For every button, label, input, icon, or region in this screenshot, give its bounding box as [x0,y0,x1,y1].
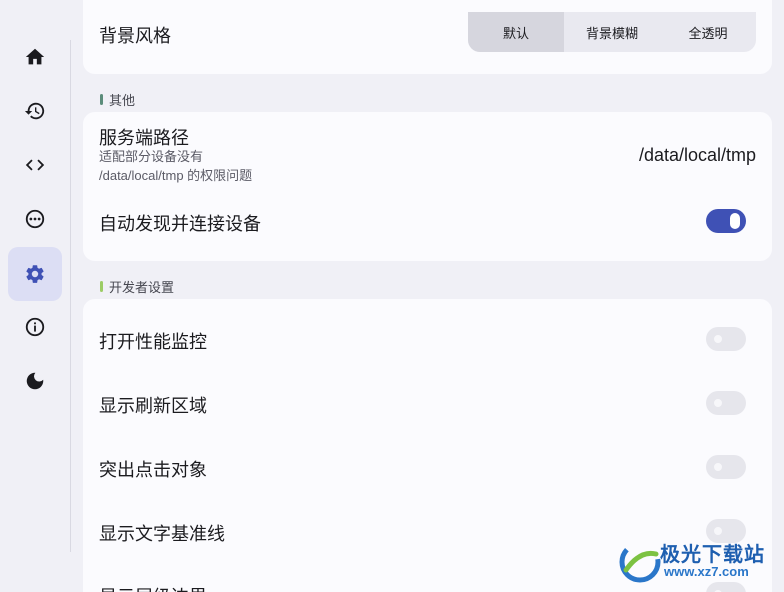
sidebar-item-code[interactable] [8,138,62,192]
server-path-subtitle-line2: /data/local/tmp 的权限问题 [99,168,253,183]
history-icon [24,102,45,120]
section-label-developer-text: 开发者设置 [109,280,175,295]
dev-item-perf-monitor-title: 打开性能监控 [99,332,207,352]
background-style-selector: 默认 背景模糊 全透明 [468,12,756,52]
app-window: 背景风格 默认 背景模糊 全透明 其他 服务端路径 适配部分设备没有 /data… [0,0,784,592]
sidebar-item-history[interactable] [8,84,62,138]
home-icon [25,48,45,65]
gear-icon [26,265,44,283]
watermark: 极光下载站 www.xz7.com [618,538,778,588]
moon-icon [26,372,44,390]
section-label-other-text: 其他 [109,93,136,108]
toggle-knob [712,461,724,473]
dev-item-perf-monitor-toggle[interactable] [706,327,746,351]
section-marker [100,281,103,292]
code-icon [25,159,45,171]
background-style-title: 背景风格 [99,26,171,46]
watermark-text: 极光下载站 [660,544,765,566]
watermark-url: www.xz7.com [664,564,749,579]
sidebar-item-theme[interactable] [8,354,62,408]
dev-item-refresh-area-title: 显示刷新区域 [99,396,207,416]
dev-item-layer-bounds-title: 显示层级边界 [99,583,207,592]
toggle-knob [730,213,740,229]
background-style-option-default[interactable]: 默认 [468,12,564,52]
background-style-option-transparent[interactable]: 全透明 [660,12,756,52]
toggle-knob [712,333,724,345]
info-icon [25,317,45,337]
sidebar-divider [70,40,71,552]
watermark-logo-icon [619,541,661,583]
toggle-knob [712,588,724,592]
toggle-knob [712,525,724,537]
settings-content: 背景风格 默认 背景模糊 全透明 其他 服务端路径 适配部分设备没有 /data… [83,0,772,592]
dev-item-text-baseline-title: 显示文字基准线 [99,524,225,544]
section-label-other: 其他 [100,90,135,109]
server-path-value[interactable]: /data/local/tmp [639,145,756,166]
section-marker [100,94,103,105]
other-settings-card: 服务端路径 适配部分设备没有 /data/local/tmp 的权限问题 /da… [83,112,772,261]
sidebar-item-home[interactable] [8,30,62,84]
sidebar-item-more[interactable] [8,192,62,246]
sidebar-item-settings[interactable] [8,247,62,301]
background-style-card: 背景风格 默认 背景模糊 全透明 [83,0,772,74]
sidebar [0,0,70,592]
dev-item-highlight-click-toggle[interactable] [706,455,746,479]
auto-connect-toggle[interactable] [706,209,746,233]
sidebar-item-about[interactable] [8,300,62,354]
auto-connect-title: 自动发现并连接设备 [99,214,261,234]
more-icon [25,209,45,229]
server-path-subtitle-line1: 适配部分设备没有 [99,149,204,164]
dev-item-refresh-area-toggle[interactable] [706,391,746,415]
section-label-developer: 开发者设置 [100,277,174,296]
dev-item-highlight-click-title: 突出点击对象 [99,460,207,480]
toggle-knob [712,397,724,409]
background-style-option-blur[interactable]: 背景模糊 [564,12,660,52]
